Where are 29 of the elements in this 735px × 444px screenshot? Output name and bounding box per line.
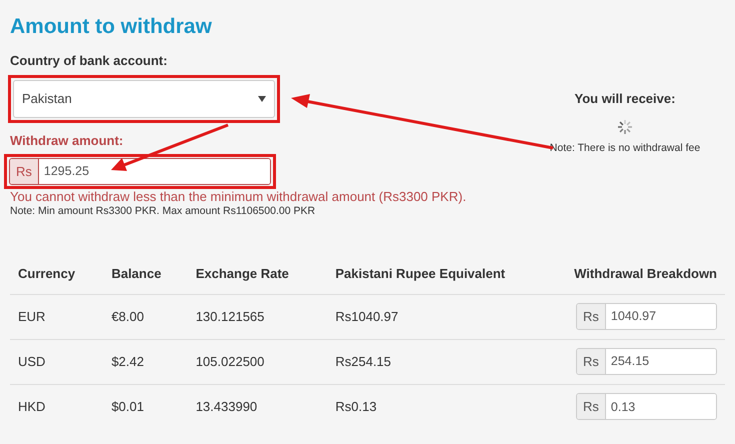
table-cell: Rs0.13 xyxy=(327,384,565,430)
caret-icon xyxy=(258,96,266,102)
breakdown-input[interactable]: Rs 254.15 xyxy=(576,348,717,376)
field-label: Country of bank account: xyxy=(10,52,168,70)
field-label: Withdraw amount: xyxy=(10,132,124,150)
table-cell: $0.01 xyxy=(103,384,188,430)
table-cell: 105.022500 xyxy=(188,339,328,384)
table-cell: €8.00 xyxy=(103,294,188,340)
receive-label: You will receive: xyxy=(574,90,676,108)
country-select[interactable]: Pakistan xyxy=(13,80,275,118)
breakdown-input[interactable]: Rs 1040.97 xyxy=(576,303,717,330)
column-header: Pakistani Rupee Equivalent xyxy=(327,254,565,294)
table-cell: Rs1040.97 xyxy=(327,294,565,340)
table-cell: 13.433990 xyxy=(188,384,328,430)
column-header: Balance xyxy=(103,254,188,294)
column-header: Withdrawal Breakdown xyxy=(565,254,725,294)
note-text: Note: Min amount Rs3300 PKR. Max amount Rs1106500.00 PKR xyxy=(10,204,316,220)
breakdown-input[interactable]: Rs 0.13 xyxy=(576,393,717,420)
table-cell: 130.121565 xyxy=(188,294,328,340)
error-message: You cannot withdraw less than the minimum withdrawal amount (Rs3300 PKR). xyxy=(10,190,468,204)
column-header: Exchange Rate xyxy=(188,254,328,294)
column-header: Currency xyxy=(10,254,104,294)
amount-input[interactable]: Rs 1295.25 xyxy=(9,158,271,186)
table-cell: EUR xyxy=(10,294,104,340)
table-cell: USD xyxy=(10,339,104,384)
table-cell: $2.42 xyxy=(103,339,188,384)
table-cell: Rs254.15 xyxy=(327,339,565,384)
page-title: Amount to withdraw xyxy=(10,14,213,40)
table-cell: HKD xyxy=(10,384,104,430)
